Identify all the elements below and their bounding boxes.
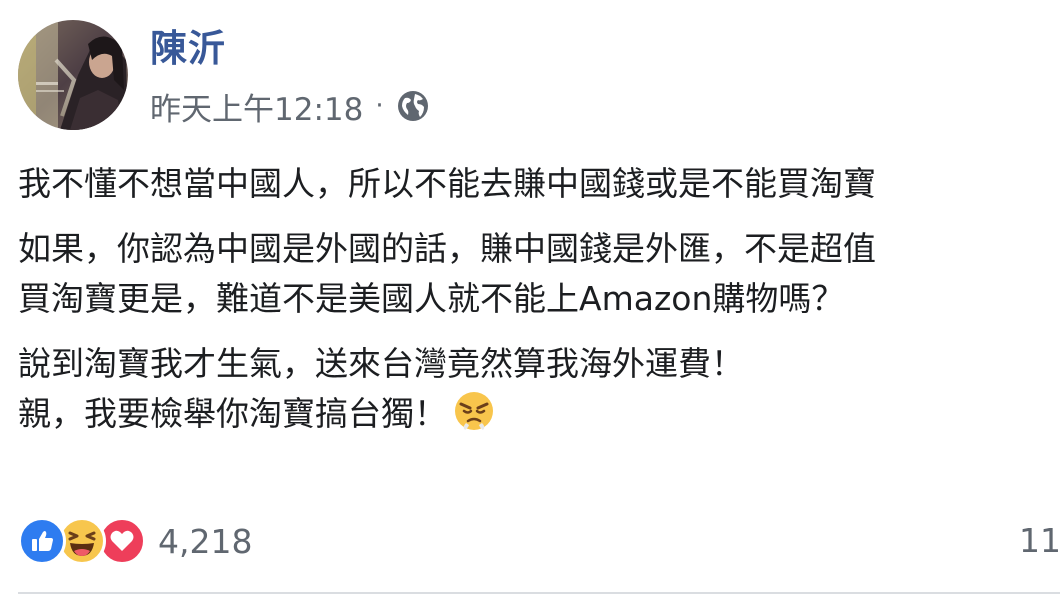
post-header <box>18 20 128 130</box>
comments-count[interactable]: 11 <box>1019 514 1060 568</box>
pouting-face-emoji <box>453 390 495 432</box>
reactions-bar: 4,218 <box>18 514 252 568</box>
post-paragraph-3: 說到淘寶我才生氣，送來台灣竟然算我海外運費！ 親，我要檢舉你淘寶搞台獨！ <box>18 339 1060 439</box>
post-paragraph-1: 我不懂不想當中國人，所以不能去賺中國錢或是不能買淘寶 <box>18 159 1060 209</box>
post-meta: 昨天上午12:18 · <box>150 84 430 128</box>
author-name[interactable]: 陳沂 <box>150 27 226 71</box>
globe-icon[interactable] <box>396 89 430 123</box>
avatar[interactable] <box>18 20 128 130</box>
post-body: 我不懂不想當中國人，所以不能去賺中國錢或是不能買淘寶 如果，你認為中國是外國的話… <box>18 159 1060 439</box>
post-paragraph-2: 如果，你認為中國是外國的話，賺中國錢是外匯，不是超值 買淘寶更是，難道不是美國人… <box>18 224 1060 324</box>
post-line: 說到淘寶我才生氣，送來台灣竟然算我海外運費！ <box>18 344 744 383</box>
divider <box>18 592 1060 594</box>
post-line-text: 親，我要檢舉你淘寶搞台獨！ <box>18 394 447 433</box>
post-line: 我不懂不想當中國人，所以不能去賺中國錢或是不能買淘寶 <box>18 164 876 203</box>
reaction-icons[interactable] <box>18 517 146 565</box>
like-icon[interactable] <box>18 517 66 565</box>
post-timestamp[interactable]: 昨天上午12:18 <box>150 84 363 129</box>
meta-separator: · <box>375 91 384 121</box>
post-line-with-emoji: 親，我要檢舉你淘寶搞台獨！ <box>18 389 1060 439</box>
reaction-count[interactable]: 4,218 <box>158 522 252 561</box>
post-line: 如果，你認為中國是外國的話，賺中國錢是外匯，不是超值 <box>18 229 876 268</box>
post-line: 買淘寶更是，難道不是美國人就不能上Amazon購物嗎？ <box>18 279 845 318</box>
